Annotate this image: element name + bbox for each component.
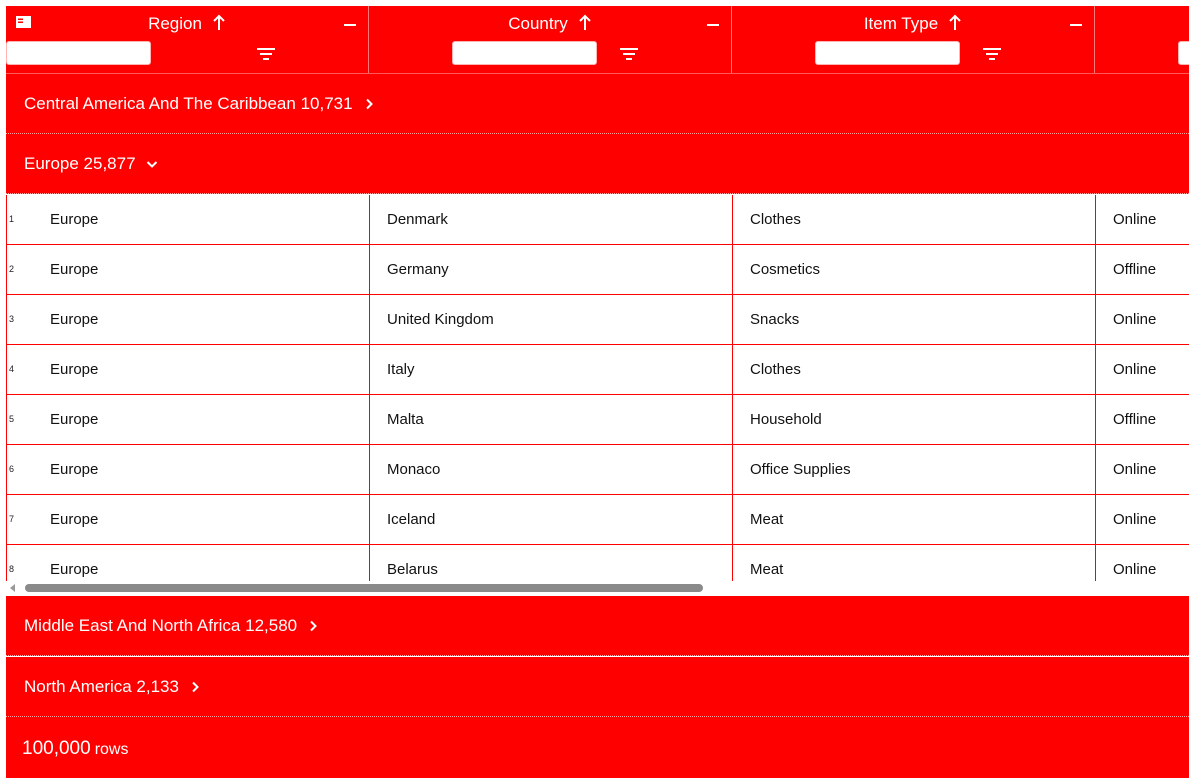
group-row-north-america[interactable]: North America 2,133: [6, 657, 1189, 717]
cell-item-type[interactable]: Office Supplies: [733, 445, 1096, 494]
cell-item-type[interactable]: Household: [733, 395, 1096, 444]
cell-sales-channel[interactable]: Online: [1096, 445, 1189, 494]
cell-region[interactable]: Europe: [7, 295, 370, 344]
cell-item-type[interactable]: Clothes: [733, 345, 1096, 394]
table-row[interactable]: 4 Europe Italy Clothes Online: [7, 345, 1189, 395]
table-row[interactable]: 6 Europe Monaco Office Supplies Online: [7, 445, 1189, 495]
cell-item-type[interactable]: Meat: [733, 495, 1096, 544]
rows-viewport[interactable]: 1 Europe Denmark Clothes Online 2 Europe…: [6, 195, 1189, 581]
horizontal-scrollbar[interactable]: [6, 581, 1189, 595]
cell-country[interactable]: Malta: [370, 395, 733, 444]
arrow-up-icon[interactable]: [578, 14, 592, 37]
filter-icon[interactable]: [619, 46, 639, 62]
cell-sales-channel[interactable]: Online: [1096, 545, 1189, 581]
cell-sales-channel[interactable]: Offline: [1096, 245, 1189, 294]
scrollbar-thumb[interactable]: [25, 584, 703, 592]
cell-item-type[interactable]: Snacks: [733, 295, 1096, 344]
chevron-right-icon[interactable]: [363, 98, 375, 110]
cell-country[interactable]: Iceland: [370, 495, 733, 544]
column-title-region: Region: [148, 14, 202, 33]
cell-region[interactable]: Europe: [7, 545, 370, 581]
row-count: 100,000 rows: [22, 717, 128, 778]
filter-input-country[interactable]: [452, 41, 597, 65]
chevron-down-icon[interactable]: [146, 158, 158, 170]
cell-region[interactable]: Europe: [7, 445, 370, 494]
scroll-left-arrow-icon[interactable]: [10, 584, 15, 592]
group-label: Middle East And North Africa 12,580: [24, 616, 298, 635]
arrow-up-icon[interactable]: [212, 14, 226, 37]
cell-sales-channel[interactable]: Online: [1096, 195, 1189, 244]
column-header-country[interactable]: Country: [369, 6, 732, 73]
cell-country[interactable]: Germany: [370, 245, 733, 294]
cell-region[interactable]: Europe: [7, 395, 370, 444]
grid-footer: 100,000 rows: [6, 717, 1189, 778]
group-label: Central America And The Caribbean 10,731: [24, 94, 353, 113]
filter-icon[interactable]: [982, 46, 1002, 62]
table-row[interactable]: 8 Europe Belarus Meat Online: [7, 545, 1189, 581]
filter-input-region[interactable]: [6, 41, 151, 65]
minimize-icon[interactable]: [344, 16, 356, 28]
row-count-value: 100,000: [22, 738, 91, 759]
minimize-icon[interactable]: [1070, 16, 1082, 28]
filter-input-sales-channel[interactable]: [1178, 41, 1189, 65]
cell-region[interactable]: Europe: [7, 195, 370, 244]
column-header-sales-channel[interactable]: [1095, 6, 1189, 73]
filter-input-item-type[interactable]: [815, 41, 960, 65]
cell-region[interactable]: Europe: [7, 495, 370, 544]
cell-region[interactable]: Europe: [7, 345, 370, 394]
cell-sales-channel[interactable]: Online: [1096, 495, 1189, 544]
cell-sales-channel[interactable]: Offline: [1096, 395, 1189, 444]
cell-sales-channel[interactable]: Online: [1096, 295, 1189, 344]
table-row[interactable]: 3 Europe United Kingdom Snacks Online: [7, 295, 1189, 345]
cell-country[interactable]: Denmark: [370, 195, 733, 244]
minimize-icon[interactable]: [707, 16, 719, 28]
row-count-unit: rows: [94, 741, 129, 758]
table-row[interactable]: 2 Europe Germany Cosmetics Offline: [7, 245, 1189, 295]
grid-header: Region Country Item Type: [6, 6, 1189, 74]
column-header-item-type[interactable]: Item Type: [732, 6, 1095, 73]
cell-country[interactable]: United Kingdom: [370, 295, 733, 344]
cell-item-type[interactable]: Meat: [733, 545, 1096, 581]
cell-country[interactable]: Italy: [370, 345, 733, 394]
group-label: Europe 25,877: [24, 154, 136, 173]
group-label: North America 2,133: [24, 677, 179, 696]
cell-country[interactable]: Belarus: [370, 545, 733, 581]
table-row[interactable]: 7 Europe Iceland Meat Online: [7, 495, 1189, 545]
table-row[interactable]: 1 Europe Denmark Clothes Online: [7, 195, 1189, 245]
group-row-europe[interactable]: Europe 25,877: [6, 134, 1189, 194]
group-row-central-america[interactable]: Central America And The Caribbean 10,731: [6, 74, 1189, 134]
cell-item-type[interactable]: Cosmetics: [733, 245, 1096, 294]
data-grid: Region Country Item Type Central America…: [6, 6, 1189, 778]
cell-sales-channel[interactable]: Online: [1096, 345, 1189, 394]
chevron-right-icon[interactable]: [307, 620, 319, 632]
table-row[interactable]: 5 Europe Malta Household Offline: [7, 395, 1189, 445]
filter-icon[interactable]: [256, 46, 276, 62]
arrow-up-icon[interactable]: [948, 14, 962, 37]
cell-country[interactable]: Monaco: [370, 445, 733, 494]
chevron-right-icon[interactable]: [189, 681, 201, 693]
column-title-country: Country: [508, 14, 568, 33]
column-header-region[interactable]: Region: [6, 6, 369, 73]
cell-region[interactable]: Europe: [7, 245, 370, 294]
group-row-middle-east[interactable]: Middle East And North Africa 12,580: [6, 596, 1189, 656]
column-title-item-type: Item Type: [863, 14, 939, 33]
cell-item-type[interactable]: Clothes: [733, 195, 1096, 244]
